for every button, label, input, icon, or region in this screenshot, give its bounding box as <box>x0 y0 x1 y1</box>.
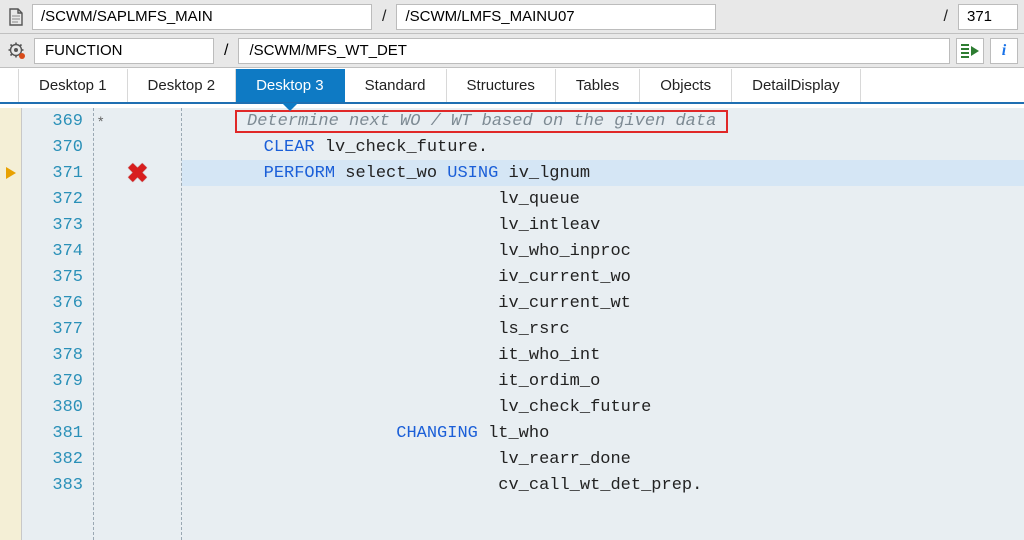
identifier: lv_who_inproc <box>498 242 631 261</box>
code-line[interactable]: CLEAR lv_check_future. <box>182 134 1024 160</box>
code-line[interactable]: it_ordim_o <box>182 368 1024 394</box>
identifier: iv_current_wo <box>498 268 631 287</box>
line-number: 382 <box>22 446 93 472</box>
code-line[interactable]: cv_call_wt_det_prep. <box>182 472 1024 498</box>
gear-icon[interactable] <box>6 42 28 60</box>
code-line[interactable]: it_who_int <box>182 342 1024 368</box>
line-number-field[interactable]: 371 <box>958 4 1018 30</box>
tab-tables[interactable]: Tables <box>556 69 640 102</box>
object-type-field[interactable]: FUNCTION <box>34 38 214 64</box>
keyword: CHANGING <box>396 424 488 443</box>
code-line[interactable]: Determine next WO / WT based on the give… <box>182 108 1024 134</box>
identifier: it_ordim_o <box>498 372 600 391</box>
tabstrip: Desktop 1 Desktop 2 Desktop 3 Standard S… <box>0 68 1024 104</box>
code-line[interactable]: iv_current_wt <box>182 290 1024 316</box>
breakpoint-column[interactable]: *✖ <box>94 108 182 540</box>
identifier: lv_check_future. <box>325 138 488 157</box>
line-number: 369 <box>22 108 93 134</box>
identifier: it_who_int <box>498 346 600 365</box>
object-name-field[interactable]: /SCWM/MFS_WT_DET <box>238 38 950 64</box>
code-line[interactable]: lv_queue <box>182 186 1024 212</box>
keyword: PERFORM <box>264 164 346 183</box>
line-number: 371 <box>22 160 93 186</box>
identifier: ls_rsrc <box>498 320 569 339</box>
line-number: 376 <box>22 290 93 316</box>
line-number-gutter: 3693703713723733743753763773783793803813… <box>22 108 94 540</box>
line-number: 375 <box>22 264 93 290</box>
identifier: lv_rearr_done <box>498 450 631 469</box>
object-bar: FUNCTION / /SCWM/MFS_WT_DET i <box>0 34 1024 68</box>
identifier: lt_who <box>488 424 549 443</box>
identifier: cv_call_wt_det_prep. <box>498 476 702 495</box>
tab-standard[interactable]: Standard <box>345 69 447 102</box>
document-icon <box>6 7 26 27</box>
line-number: 370 <box>22 134 93 160</box>
info-icon: i <box>1002 42 1006 60</box>
line-number: 374 <box>22 238 93 264</box>
line-number: 372 <box>22 186 93 212</box>
tab-desktop-1[interactable]: Desktop 1 <box>18 69 128 102</box>
code-line[interactable]: lv_rearr_done <box>182 446 1024 472</box>
line-number: 380 <box>22 394 93 420</box>
identifier: iv_current_wt <box>498 294 631 313</box>
code-line[interactable]: PERFORM select_wo USING iv_lgnum <box>182 160 1024 186</box>
code-line[interactable]: CHANGING lt_who <box>182 420 1024 446</box>
current-line-arrow-icon <box>6 167 16 179</box>
tab-desktop-3[interactable]: Desktop 3 <box>236 69 345 102</box>
tab-structures[interactable]: Structures <box>447 69 556 102</box>
object-sep: / <box>220 42 232 60</box>
tab-desktop-2[interactable]: Desktop 2 <box>128 69 237 102</box>
line-number: 378 <box>22 342 93 368</box>
code-line[interactable]: ls_rsrc <box>182 316 1024 342</box>
keyword: CLEAR <box>264 138 325 157</box>
code-line[interactable]: lv_check_future <box>182 394 1024 420</box>
breakpoint-x-icon[interactable]: ✖ <box>127 160 149 186</box>
breadcrumb-sep: / <box>378 8 390 26</box>
identifier: iv_lgnum <box>509 164 591 183</box>
code-area[interactable]: Determine next WO / WT based on the give… <box>182 108 1024 540</box>
program-include-field[interactable]: /SCWM/SAPLMFS_MAIN <box>32 4 372 30</box>
identifier: select_wo <box>345 164 447 183</box>
code-line[interactable]: lv_who_inproc <box>182 238 1024 264</box>
execution-marker-column <box>0 108 22 540</box>
code-line[interactable]: lv_intleav <box>182 212 1024 238</box>
line-number: 377 <box>22 316 93 342</box>
line-number: 381 <box>22 420 93 446</box>
execute-icon <box>961 42 979 60</box>
identifier: lv_intleav <box>498 216 600 235</box>
identifier: lv_check_future <box>498 398 651 417</box>
line-number: 373 <box>22 212 93 238</box>
include-field[interactable]: /SCWM/LMFS_MAINU07 <box>396 4 716 30</box>
tab-objects[interactable]: Objects <box>640 69 732 102</box>
identifier: lv_queue <box>498 190 580 209</box>
line-number: 383 <box>22 472 93 498</box>
line-number: 379 <box>22 368 93 394</box>
comment-text: Determine next WO / WT based on the give… <box>247 112 716 131</box>
comment-star: * <box>98 113 105 129</box>
keyword: USING <box>447 164 508 183</box>
tab-detaildisplay[interactable]: DetailDisplay <box>732 69 861 102</box>
info-button[interactable]: i <box>990 38 1018 64</box>
code-line[interactable]: iv_current_wo <box>182 264 1024 290</box>
execute-button[interactable] <box>956 38 984 64</box>
breadcrumb-bar: /SCWM/SAPLMFS_MAIN / /SCWM/LMFS_MAINU07 … <box>0 0 1024 34</box>
breadcrumb-sep: / <box>940 8 952 26</box>
code-editor[interactable]: 3693703713723733743753763773783793803813… <box>0 104 1024 540</box>
